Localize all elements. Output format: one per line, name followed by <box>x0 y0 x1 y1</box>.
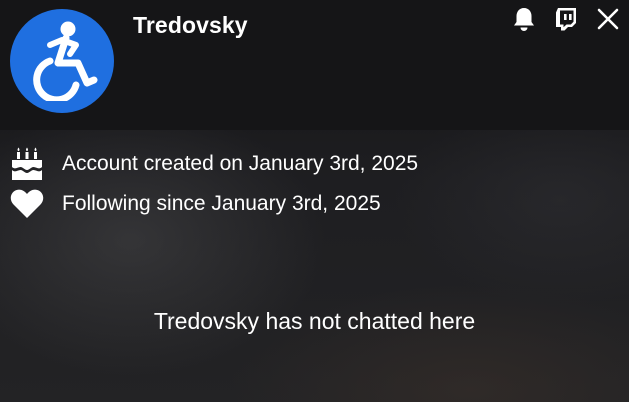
twitch-button[interactable] <box>551 4 581 34</box>
close-button[interactable] <box>593 4 623 34</box>
username[interactable]: Tredovsky <box>133 12 248 39</box>
heart-icon <box>9 186 45 222</box>
user-card: Tredovsky Account created on January 3rd… <box>0 0 629 402</box>
chat-status-message: Tredovsky has not chatted here <box>153 308 476 334</box>
bell-icon <box>514 8 534 32</box>
twitch-icon <box>556 8 576 31</box>
avatar[interactable] <box>10 9 114 113</box>
cake-icon <box>9 146 45 182</box>
following-since-row: Following since January 3rd, 2025 <box>9 184 418 224</box>
notifications-button[interactable] <box>509 4 539 34</box>
following-since-text: Following since January 3rd, 2025 <box>62 192 381 215</box>
account-created-row: Account created on January 3rd, 2025 <box>9 144 418 184</box>
account-created-text: Account created on January 3rd, 2025 <box>62 152 419 175</box>
close-icon <box>597 8 619 30</box>
wheelchair-accessibility-icon <box>33 21 98 101</box>
user-info-list: Account created on January 3rd, 2025 Fol… <box>9 144 418 224</box>
card-actions <box>509 4 623 34</box>
